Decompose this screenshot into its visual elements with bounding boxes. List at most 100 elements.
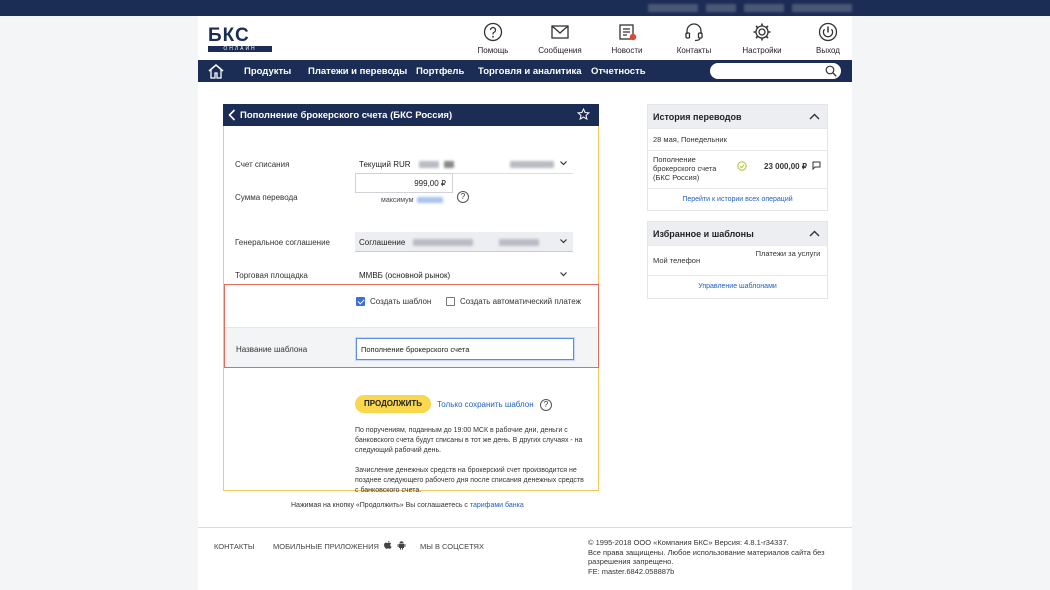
logo-subtitle: ОНЛАЙН	[208, 46, 272, 52]
star-icon[interactable]	[577, 108, 590, 121]
chevron-left-icon[interactable]	[228, 109, 236, 121]
agreement-value: Соглашение	[359, 238, 406, 247]
chevron-up-icon[interactable]	[809, 230, 820, 237]
favorites-link-row: Управление шаблонами	[648, 275, 827, 299]
history-item-desc: Пополнение брокерского счета (БКС Россия…	[653, 155, 717, 182]
agreement-select[interactable]: Соглашение	[355, 232, 573, 252]
nav-item-trading[interactable]: Торговля и аналитика	[478, 66, 582, 77]
auto-payment-checkbox[interactable]	[446, 297, 455, 306]
history-title: История переводов	[653, 112, 742, 122]
contacts-label: Контакты	[676, 46, 712, 55]
favorites-panel: Избранное и шаблоны Мой телефон Платежи …	[647, 221, 828, 299]
logo-text: БКС	[208, 25, 250, 46]
news-button[interactable]: Новости	[597, 22, 657, 55]
platform-value: ММВБ (основной рынок)	[359, 271, 451, 280]
create-template-checkbox[interactable]	[356, 297, 365, 306]
power-icon	[818, 22, 838, 42]
help-button[interactable]: Помощь	[463, 22, 523, 55]
search-icon[interactable]	[825, 65, 837, 77]
save-template-link[interactable]: Только сохранить шаблон	[437, 400, 534, 409]
chevron-down-icon	[560, 161, 567, 166]
blurred-agreement	[412, 239, 473, 246]
copyright-line-3: FE: master.6842.058887b	[588, 566, 675, 576]
settings-label: Настройки	[742, 46, 782, 55]
logout-button[interactable]: Выход	[798, 22, 858, 55]
history-link-row: Перейти к истории всех операций	[648, 188, 827, 212]
nav-item-payments[interactable]: Платежи и переводы	[308, 66, 407, 77]
form-title: Пополнение брокерского счета (БКС Россия…	[240, 110, 453, 121]
messages-label: Сообщения	[538, 46, 582, 55]
blurred-agreement	[498, 239, 539, 246]
top-bar	[0, 0, 1050, 16]
apple-icon[interactable]	[383, 540, 392, 550]
search-input[interactable]	[710, 63, 841, 79]
auto-payment-label[interactable]: Создать автоматический платеж	[460, 297, 581, 306]
history-header[interactable]: История переводов	[648, 105, 827, 128]
nav-item-portfolio[interactable]: Портфель	[416, 66, 464, 77]
continue-button[interactable]: ПРОДОЛЖИТЬ	[355, 395, 431, 413]
amount-help-icon[interactable]: ?	[457, 191, 469, 203]
history-item[interactable]: Пополнение брокерского счета (БКС Россия…	[648, 150, 827, 188]
blurred-user-info	[792, 4, 852, 12]
chevron-down-icon	[560, 239, 567, 244]
info-text-1: По поручениям, поданным до 19:00 МСК в р…	[355, 427, 583, 454]
blurred-account	[418, 161, 439, 168]
max-amount: максимум	[381, 197, 444, 204]
messages-button[interactable]: Сообщения	[530, 22, 590, 55]
account-select[interactable]: Текущий RUR	[355, 154, 573, 174]
page-container: БКС ОНЛАЙН Помощь Сообщения Новости Конт…	[198, 16, 852, 590]
favorite-phone[interactable]: Мой телефон	[653, 256, 700, 265]
history-date: 28 мая, Понедельник	[648, 128, 827, 150]
blurred-user-info	[706, 4, 736, 12]
template-name-label: Название шаблона	[236, 345, 308, 354]
transfer-form-card: Пополнение брокерского счета (БКС Россия…	[223, 104, 599, 494]
platform-select[interactable]: ММВБ (основной рынок)	[355, 265, 573, 285]
account-label: Счет списания	[235, 160, 290, 169]
agreement-label: Генеральное соглашение	[235, 238, 330, 247]
question-icon	[483, 22, 503, 42]
amount-input[interactable]: 999,00 ₽	[355, 173, 453, 193]
platform-label: Торговая площадка	[235, 271, 308, 280]
settings-button[interactable]: Настройки	[732, 22, 792, 55]
chevron-up-icon[interactable]	[809, 113, 820, 120]
contacts-button[interactable]: Контакты	[664, 22, 724, 55]
favorite-services[interactable]: Платежи за услуги	[753, 249, 823, 258]
form-header: Пополнение брокерского счета (БКС Россия…	[223, 104, 599, 126]
template-name-input[interactable]: Пополнение брокерского счета	[356, 338, 574, 360]
tariffs-link[interactable]: тарифами банка	[470, 502, 524, 509]
footer-social-link[interactable]: МЫ В СОЦСЕТЯХ	[420, 542, 484, 551]
footer-divider	[198, 527, 852, 528]
bks-logo[interactable]: БКС ОНЛАЙН	[208, 25, 272, 52]
news-icon	[619, 24, 637, 41]
all-operations-link[interactable]: Перейти к истории всех операций	[648, 196, 827, 203]
blurred-user-info	[648, 4, 698, 12]
repeat-icon[interactable]	[811, 160, 822, 171]
info-text-2: Зачисление денежных средств на брокерски…	[355, 467, 584, 494]
copyright-line-2: Все права защищены. Любое использование …	[588, 547, 825, 567]
copyright-line-1: © 1995-2018 ООО «Компания БКС» Версия: 4…	[588, 538, 789, 547]
footer-contacts-link[interactable]: КОНТАКТЫ	[214, 542, 254, 551]
nav-item-reports[interactable]: Отчетность	[591, 66, 646, 77]
manage-templates-link[interactable]: Управление шаблонами	[648, 283, 827, 290]
create-template-label[interactable]: Создать шаблон	[370, 297, 431, 306]
agreement-note-text: Нажимая на кнопку «Продолжить» Вы соглаш…	[291, 502, 470, 509]
blurred-account	[444, 161, 455, 168]
copyright-block: © 1995-2018 ООО «Компания БКС» Версия: 4…	[588, 538, 850, 576]
nav-item-products[interactable]: Продукты	[244, 66, 291, 77]
chevron-down-icon	[560, 272, 567, 277]
favorites-items-row: Мой телефон Платежи за услуги	[648, 245, 827, 275]
headset-icon	[685, 23, 703, 42]
envelope-icon	[551, 25, 569, 39]
save-help-icon[interactable]: ?	[540, 399, 552, 411]
help-label: Помощь	[477, 46, 509, 55]
agreement-note: Нажимая на кнопку «Продолжить» Вы соглаш…	[291, 502, 524, 509]
android-icon[interactable]	[397, 540, 406, 550]
gear-icon	[753, 23, 771, 41]
favorites-header[interactable]: Избранное и шаблоны	[648, 222, 827, 245]
history-panel: История переводов 28 мая, Понедельник По…	[647, 104, 828, 211]
max-label: максимум	[381, 197, 414, 204]
footer-apps-link[interactable]: МОБИЛЬНЫЕ ПРИЛОЖЕНИЯ	[273, 542, 379, 551]
home-icon[interactable]	[207, 63, 225, 79]
logout-label: Выход	[816, 46, 840, 55]
blurred-account	[510, 161, 555, 168]
